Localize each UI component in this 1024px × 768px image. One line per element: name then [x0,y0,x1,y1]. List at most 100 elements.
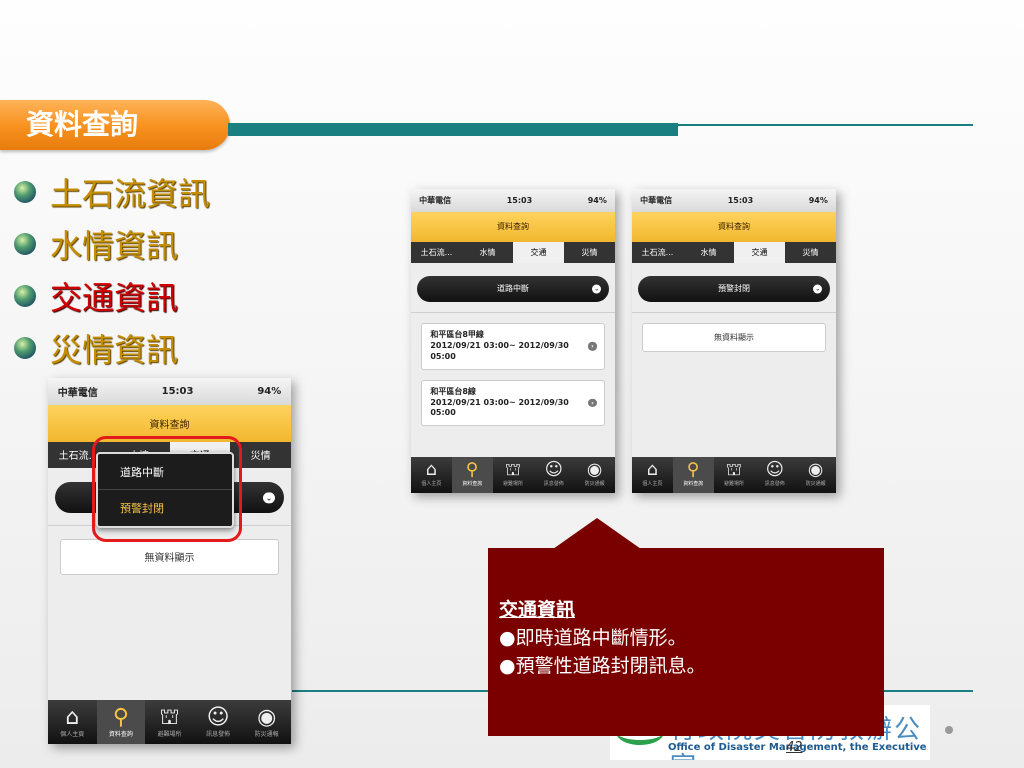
dropdown-value: 預警封閉 [718,284,750,294]
tabbar-home[interactable]: ⌂ 個人主頁 [411,457,452,493]
category-dropdown[interactable]: 預警封閉 ⌄ [638,275,830,302]
home-icon: ⌂ [65,704,80,730]
tabbar-label: 防災通報 [805,481,826,488]
tabbar-label: 避難場所 [157,730,182,738]
report-icon: ◉ [257,704,277,730]
bullet-traffic: 交通資訊 [14,270,210,322]
carrier-label: 中華電信 [57,388,98,400]
phone-screenshot-road-blocked: 中華電信 15:03 94% 資料查詢 土石流... 水情 交通 災情 道路中斷… [411,189,615,493]
report-icon: ◉ [807,460,824,481]
tabbar-search[interactable]: ⚲ 資料查詢 [672,456,714,493]
battery-label: 94% [808,195,828,205]
chevron-down-icon: ⌄ [592,284,602,294]
traffic-callout: 交通資訊 ●即時道路中斷情形。 ●預警性道路封閉訊息。 [488,548,884,736]
bullet-list: 土石流資訊 水情資訊 交通資訊 災情資訊 [14,166,210,374]
highlight-ring [92,436,242,542]
bullet-ball-icon [14,233,36,255]
tabbar-home[interactable]: ⌂ 個人主頁 [48,700,97,744]
home-icon: ⌂ [646,460,658,481]
road-name: 和平區台8線 [430,386,476,396]
tabbar-shelter[interactable]: ⛫ 避難場所 [714,457,755,493]
tabbar-report[interactable]: ◉ 防災通報 [574,457,615,493]
message-icon: ☺ [206,704,230,730]
bullet-ball-icon [14,285,36,307]
tab-disaster[interactable]: 災情 [785,242,836,263]
tabbar-message[interactable]: ☺ 訊息發佈 [754,457,795,493]
bullet-text: 土石流資訊 [50,175,211,213]
category-tabs: 土石流... 水情 交通 災情 [411,242,615,264]
dropdown-value: 道路中斷 [497,284,529,294]
tabbar-label: 避難場所 [723,481,744,488]
road-period: 2012/09/21 03:00~ 2012/09/30 05:00 [430,340,569,361]
top-rule [678,124,973,126]
slide-title: 資料查詢 [0,100,230,150]
tabbar-report[interactable]: ◉ 防災通報 [795,457,836,493]
bullet-water: 水情資訊 [14,218,210,270]
tabbar-label: 個人主頁 [642,481,663,488]
clock: 15:03 [506,195,533,205]
tabbar-label: 資料查詢 [683,481,704,488]
tab-traffic[interactable]: 交通 [734,242,785,264]
bottom-tabbar: ⌂ 個人主頁 ⚲ 資料查詢 ⛫ 避難場所 ☺ 訊息發佈 ◉ 防災通報 [632,456,836,493]
bullet-text: 災情資訊 [50,331,179,369]
tabbar-search[interactable]: ⚲ 資料查詢 [96,700,146,744]
tab-water[interactable]: 水情 [683,242,734,263]
tabbar-search[interactable]: ⚲ 資料查詢 [451,456,493,493]
road-period: 2012/09/21 03:00~ 2012/09/30 05:00 [430,397,569,418]
shelter-icon: ⛫ [504,460,522,481]
callout-line: ●即時道路中斷情形。 [499,627,687,649]
tabbar-report[interactable]: ◉ 防災通報 [242,700,291,744]
title-bar [228,123,678,136]
category-tabs: 土石流... 水情 交通 災情 [632,242,836,264]
tabbar-label: 資料查詢 [108,730,133,738]
tabbar-message[interactable]: ☺ 訊息發佈 [533,457,574,493]
shelter-icon: ⛫ [159,704,180,730]
tabbar-shelter[interactable]: ⛫ 避難場所 [145,700,194,744]
list-item[interactable]: 和平區台8甲線 2012/09/21 03:00~ 2012/09/30 05:… [421,322,605,370]
tab-traffic[interactable]: 交通 [513,242,564,264]
bullet-ball-icon [14,337,36,359]
chevron-down-icon: ⌄ [813,284,823,294]
report-icon: ◉ [586,460,603,481]
tabbar-message[interactable]: ☺ 訊息發佈 [194,700,243,744]
tabbar-label: 訊息發佈 [764,481,785,488]
tabbar-label: 訊息發佈 [543,481,564,488]
tab-debris[interactable]: 土石流... [411,242,462,263]
tabbar-label: 個人主頁 [421,481,442,488]
bullet-disaster: 災情資訊 [14,322,210,374]
battery-label: 94% [587,195,607,205]
road-name: 和平區台8甲線 [430,330,484,339]
tabbar-label: 訊息發佈 [206,730,231,738]
message-icon: ☺ [544,460,563,481]
tabbar-home[interactable]: ⌂ 個人主頁 [632,457,673,493]
divider [632,311,836,313]
phone-screenshot-pre-closure: 中華電信 15:03 94% 資料查詢 土石流... 水情 交通 災情 預警封閉… [632,189,836,493]
tabbar-label: 防災通報 [254,730,279,738]
status-bar: 中華電信 15:03 94% [411,189,615,212]
bullet-ball-icon [14,181,36,203]
search-icon: ⚲ [465,460,479,481]
status-bar: 中華電信 15:03 94% [48,378,291,406]
tabbar-label: 防災通報 [584,481,605,488]
bottom-tabbar: ⌂ 個人主頁 ⚲ 資料查詢 ⛫ 避難場所 ☺ 訊息發佈 ◉ 防災通報 [48,700,291,744]
nav-title: 資料查詢 [632,211,836,243]
tab-debris[interactable]: 土石流... [632,242,683,263]
carrier-label: 中華電信 [640,195,673,205]
tabbar-shelter[interactable]: ⛫ 避難場所 [493,457,534,493]
tab-water[interactable]: 水情 [462,242,513,263]
tabbar-label: 避難場所 [502,481,523,488]
phone-screenshot-picker: 中華電信 15:03 94% 資料查詢 土石流... 水情 交通 災情 ⌄ 無資… [48,378,291,744]
battery-label: 94% [257,386,282,398]
nav-title: 資料查詢 [411,211,615,243]
divider [411,311,615,313]
message-icon: ☺ [765,460,784,481]
callout-pointer [553,518,641,549]
corner-dot [945,726,953,734]
category-dropdown[interactable]: 道路中斷 ⌄ [417,275,609,302]
callout-heading: 交通資訊 [499,599,576,621]
status-bar: 中華電信 15:03 94% [632,189,836,212]
list-item[interactable]: 和平區台8線 2012/09/21 03:00~ 2012/09/30 05:0… [421,379,605,427]
bullet-text: 水情資訊 [50,227,179,265]
search-icon: ⚲ [686,460,700,481]
tab-disaster[interactable]: 災情 [564,242,615,263]
